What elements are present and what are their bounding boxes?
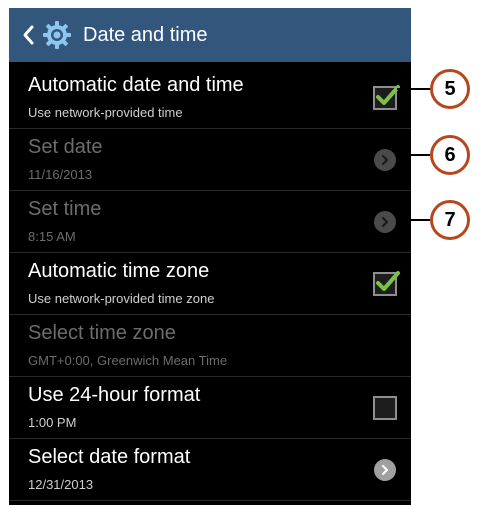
chevron-left-icon[interactable] (21, 24, 35, 46)
callout-leader-line (397, 88, 430, 90)
callout-badge: 5 (430, 69, 470, 109)
checkmark-icon (376, 271, 400, 291)
setting-row-select-date-format[interactable]: Select date format 12/31/2013 (9, 440, 411, 501)
chevron-right-icon[interactable] (371, 456, 399, 484)
callout-badge: 6 (430, 135, 470, 175)
setting-title: Select date format (28, 446, 191, 468)
setting-summary: Use network-provided time (28, 105, 183, 120)
setting-row-set-time: Set time 8:15 AM (9, 192, 411, 253)
phone-screen: Date and time Automatic date and time Use… (9, 8, 411, 505)
setting-title: Automatic time zone (28, 260, 210, 282)
setting-title: Set date (28, 136, 103, 158)
callout-leader-line (397, 219, 430, 221)
callout-leader-line (397, 154, 430, 156)
checked-checkbox[interactable] (373, 85, 400, 110)
unchecked-checkbox[interactable] (373, 396, 397, 420)
action-bar: Date and time (9, 8, 411, 62)
setting-row-select-time-zone: Select time zone GMT+0:00, Greenwich Mean… (9, 316, 411, 377)
checkbox-control[interactable] (371, 84, 400, 112)
setting-title: Select time zone (28, 322, 176, 344)
setting-row-use-24-hour-format[interactable]: Use 24-hour format 1:00 PM (9, 378, 411, 439)
setting-summary: 12/31/2013 (28, 477, 94, 492)
setting-row-automatic-date-time[interactable]: Automatic date and time Use network-provi… (9, 68, 411, 129)
checkbox-control[interactable] (371, 270, 400, 298)
chevron-right-icon (371, 208, 399, 236)
checkbox-control[interactable] (371, 394, 399, 422)
setting-summary: GMT+0:00, Greenwich Mean Time (28, 353, 228, 368)
setting-summary: 8:15 AM (28, 229, 76, 244)
setting-title: Automatic date and time (28, 74, 244, 96)
setting-row-automatic-time-zone[interactable]: Automatic time zone Use network-provided … (9, 254, 411, 315)
setting-title: Set time (28, 198, 102, 220)
setting-summary: 11/16/2013 (28, 167, 93, 182)
gear-icon (41, 19, 73, 51)
callout-badge: 7 (430, 200, 470, 240)
setting-title: Use 24-hour format (28, 384, 201, 406)
chevron-right-icon (371, 146, 399, 174)
setting-row-set-date: Set date 11/16/2013 (9, 130, 411, 191)
checked-checkbox[interactable] (373, 271, 400, 296)
setting-summary: Use network-provided time zone (28, 291, 215, 306)
page-title: Date and time (83, 23, 208, 46)
setting-summary: 1:00 PM (28, 415, 77, 430)
